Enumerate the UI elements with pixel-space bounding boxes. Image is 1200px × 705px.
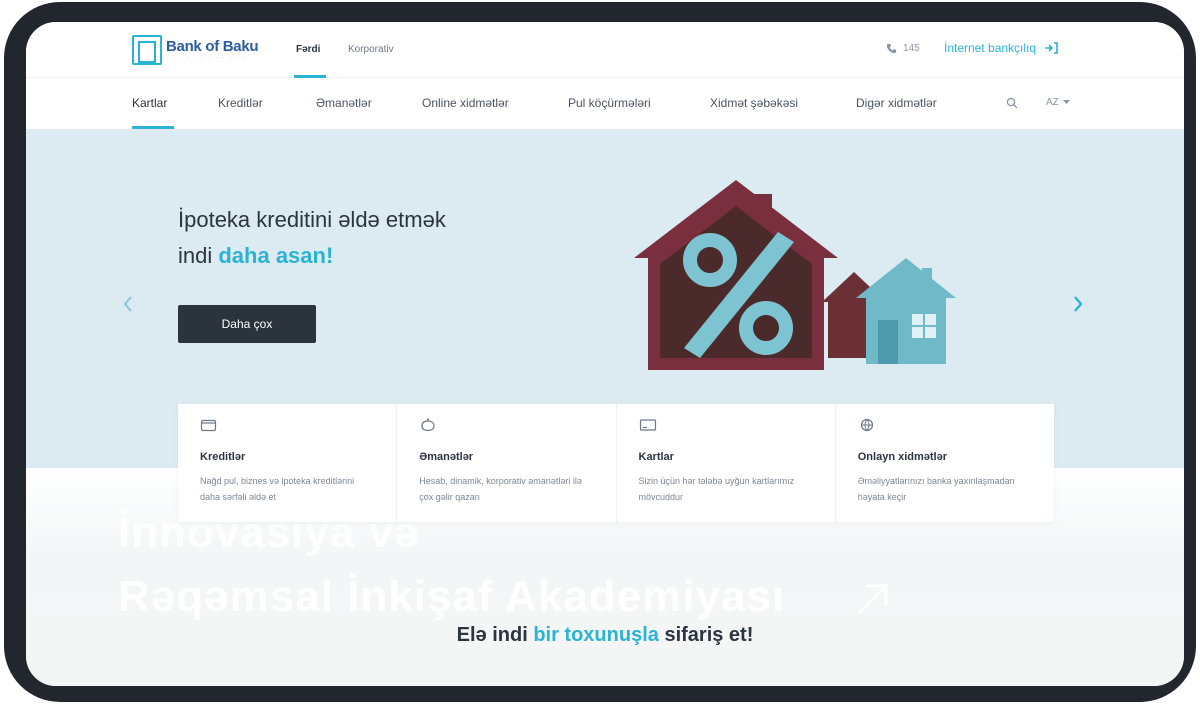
search-button[interactable] — [1006, 94, 1024, 112]
order-cta-accent: bir toxunuşla — [533, 624, 659, 646]
hero-headline-line1: İpoteka kreditini əldə etmək — [178, 207, 446, 232]
card-online-desc: Əməliyyatlarınızı banka yaxınlaşmadan hə… — [857, 476, 1015, 502]
nav-item-deposits[interactable]: Əmanətlər — [316, 96, 372, 110]
arrow-up-right-icon — [856, 584, 888, 616]
top-bar: Bank of Baku · · · · · · · · · · · · Fər… — [26, 22, 1184, 78]
order-cta-suffix: sifariş et! — [658, 624, 754, 646]
nav-item-transfers[interactable]: Pul köçürmələri — [568, 96, 651, 110]
browser-viewport: Bank of Baku · · · · · · · · · · · · Fər… — [26, 22, 1184, 686]
card-deposits[interactable]: Əmanətlər Hesab, dinamik, korporativ əma… — [397, 404, 617, 522]
carousel-next-button[interactable] — [1072, 292, 1084, 320]
card-cards-title: Kartlar — [638, 451, 674, 463]
card-loans-desc: Nağd pul, biznes və ipoteka kreditlərini… — [200, 476, 355, 502]
card-icon — [639, 419, 656, 431]
card-cards[interactable]: Kartlar Sizin üçün hər tələbə uyğun kart… — [617, 404, 836, 522]
hero-headline-prefix: indi — [178, 243, 219, 268]
internet-banking-label: İnternet bankçılıq — [944, 41, 1037, 55]
phone-icon — [886, 43, 897, 54]
phone-contact[interactable]: 145 — [886, 43, 920, 54]
nav-item-other-services[interactable]: Digər xidmətlər — [856, 96, 937, 110]
language-selector[interactable]: AZ — [1046, 97, 1070, 108]
main-nav: Kartlar Kreditlər Əmanətlər Online xidmə… — [26, 78, 1184, 130]
segment-individual[interactable]: Fərdi — [296, 44, 320, 55]
hero-headline-accent: daha asan! — [218, 243, 334, 268]
card-cards-desc: Sizin üçün hər tələbə uyğun kartlarımız … — [638, 476, 795, 502]
segment-corporate[interactable]: Korporativ — [348, 44, 394, 55]
globe-icon — [860, 418, 873, 432]
card-online-services[interactable]: Onlayn xidmətlər Əməliyyatlarınızı banka… — [836, 404, 1054, 522]
carousel-prev-button[interactable] — [122, 292, 134, 320]
phone-number: 145 — [903, 43, 920, 54]
order-cta-text: Elə indi bir toxunuşla sifariş et! — [26, 624, 1184, 647]
chevron-right-icon — [1074, 296, 1083, 312]
more-button[interactable]: Daha çox — [178, 305, 316, 343]
card-deposits-desc: Hesab, dinamik, korporativ əmanətləri il… — [419, 476, 582, 502]
mortgage-houses-illustration — [634, 180, 956, 370]
logo-mark-icon — [132, 35, 162, 65]
logo-subtitle: · · · · · · · · · · · · — [166, 55, 248, 61]
login-icon — [1045, 42, 1058, 54]
card-loans-title: Kreditlər — [200, 451, 246, 463]
service-cards: Kreditlər Nağd pul, biznes və ipoteka kr… — [178, 404, 1054, 522]
logo-title: Bank of Baku — [166, 38, 259, 55]
internet-banking-link[interactable]: İnternet bankçılıq — [944, 41, 1058, 55]
chevron-left-icon — [123, 296, 132, 312]
search-icon — [1006, 97, 1018, 109]
wallet-icon — [200, 419, 217, 432]
nav-item-online-services[interactable]: Online xidmətlər — [422, 96, 509, 110]
card-deposits-title: Əmanətlər — [419, 451, 474, 463]
nav-item-loans[interactable]: Kreditlər — [218, 96, 263, 110]
nav-item-service-network[interactable]: Xidmət şəbəkəsi — [710, 96, 798, 110]
device-frame: Bank of Baku · · · · · · · · · · · · Fər… — [4, 2, 1196, 702]
card-loans[interactable]: Kreditlər Nağd pul, biznes və ipoteka kr… — [178, 404, 398, 522]
bank-logo[interactable]: Bank of Baku · · · · · · · · · · · · — [132, 35, 259, 65]
nav-item-cards[interactable]: Kartlar — [132, 96, 167, 110]
chevron-down-icon — [1062, 100, 1070, 104]
nav-active-indicator — [132, 126, 174, 129]
language-code: AZ — [1046, 97, 1059, 108]
piggy-bank-icon — [421, 418, 435, 432]
card-online-title: Onlayn xidmətlər — [857, 451, 948, 463]
academy-heading-line2: Rəqəmsal İnkişaf Akademiyası — [118, 572, 786, 621]
order-cta-prefix: Elə indi — [456, 624, 534, 646]
hero-headline: İpoteka kreditini əldə etmək indi daha a… — [178, 202, 446, 274]
